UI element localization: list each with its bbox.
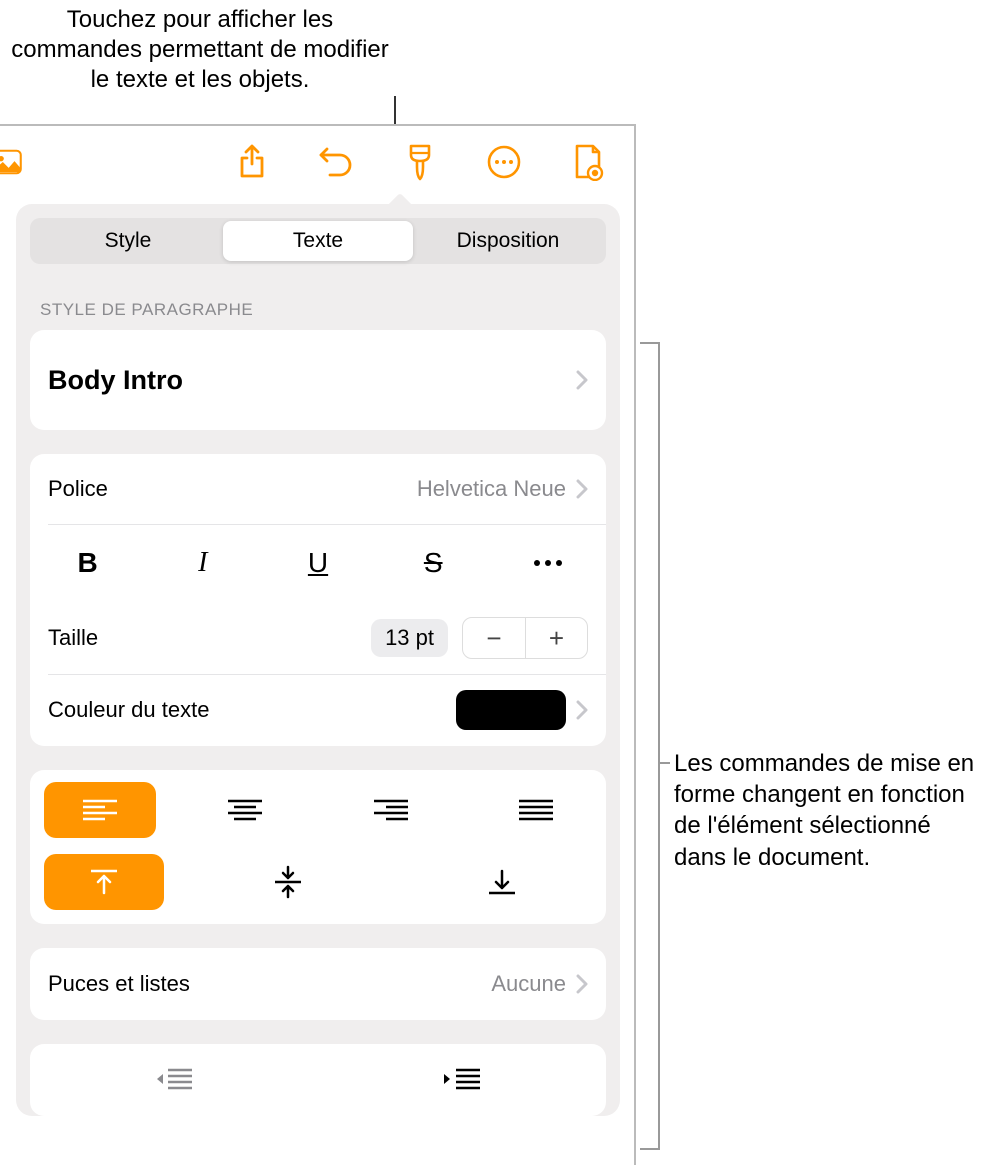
size-label: Taille — [48, 625, 371, 651]
text-color-swatch[interactable] — [456, 690, 566, 730]
format-tabs: Style Texte Disposition — [30, 218, 606, 264]
callout-bracket-tail — [660, 762, 670, 764]
section-paragraph-style-label: STYLE DE PARAGRAPHE — [30, 264, 606, 330]
more-icon[interactable] — [486, 144, 522, 180]
italic-button[interactable]: I — [145, 524, 260, 602]
size-value[interactable]: 13 pt — [371, 619, 448, 657]
alignment-card — [30, 770, 606, 924]
paragraph-style-card: Body Intro — [30, 330, 606, 430]
popover-arrow — [388, 193, 412, 205]
horizontal-alignment-row — [30, 770, 606, 850]
callout-formatting-controls: Les commandes de mise en forme changent … — [674, 748, 989, 873]
size-decrease-button[interactable]: − — [463, 618, 525, 658]
align-justify-button[interactable] — [481, 782, 593, 838]
font-value: Helvetica Neue — [417, 476, 576, 502]
valign-middle-button[interactable] — [198, 854, 378, 910]
media-icon[interactable] — [0, 144, 22, 180]
paragraph-style-row[interactable]: Body Intro — [30, 330, 606, 430]
app-frame: Style Texte Disposition STYLE DE PARAGRA… — [0, 124, 636, 1165]
decrease-indent-button[interactable] — [30, 1044, 318, 1116]
chevron-right-icon — [576, 974, 588, 994]
text-style-buttons: B I U S — [30, 524, 606, 602]
more-text-options-button[interactable] — [491, 524, 606, 602]
font-label: Police — [48, 476, 417, 502]
bullets-row[interactable]: Puces et listes Aucune — [30, 948, 606, 1020]
underline-button[interactable]: U — [260, 524, 375, 602]
increase-indent-button[interactable] — [318, 1044, 606, 1116]
toolbar — [0, 126, 634, 198]
text-color-label: Couleur du texte — [48, 697, 456, 723]
font-row[interactable]: Police Helvetica Neue — [30, 454, 606, 524]
format-popover: Style Texte Disposition STYLE DE PARAGRA… — [16, 204, 620, 1165]
tab-layout[interactable]: Disposition — [413, 221, 603, 261]
paragraph-style-value: Body Intro — [48, 365, 576, 396]
undo-icon[interactable] — [318, 144, 354, 180]
share-icon[interactable] — [234, 144, 270, 180]
strikethrough-button[interactable]: S — [376, 524, 491, 602]
align-center-button[interactable] — [190, 782, 302, 838]
size-row: Taille 13 pt − + — [30, 602, 606, 674]
vertical-alignment-row — [30, 850, 606, 924]
chevron-right-icon — [576, 700, 588, 720]
callout-format-button: Touchez pour afficher les commandes perm… — [0, 5, 400, 95]
bold-button[interactable]: B — [30, 524, 145, 602]
bullets-card: Puces et listes Aucune — [30, 948, 606, 1020]
chevron-right-icon — [576, 370, 588, 390]
chevron-right-icon — [576, 479, 588, 499]
text-color-row[interactable]: Couleur du texte — [30, 674, 606, 746]
bullets-label: Puces et listes — [48, 971, 491, 997]
valign-bottom-button[interactable] — [412, 854, 592, 910]
font-card: Police Helvetica Neue B I U S Taille — [30, 454, 606, 746]
size-increase-button[interactable]: + — [525, 618, 587, 658]
indent-card — [30, 1044, 606, 1116]
tab-style[interactable]: Style — [33, 221, 223, 261]
format-brush-icon[interactable] — [402, 144, 438, 180]
tab-text[interactable]: Texte — [223, 221, 413, 261]
document-view-icon[interactable] — [570, 144, 606, 180]
bullets-value: Aucune — [491, 971, 576, 997]
align-left-button[interactable] — [44, 782, 156, 838]
callout-bracket — [640, 342, 660, 1150]
size-stepper: − + — [462, 617, 588, 659]
valign-top-button[interactable] — [44, 854, 164, 910]
align-right-button[interactable] — [335, 782, 447, 838]
